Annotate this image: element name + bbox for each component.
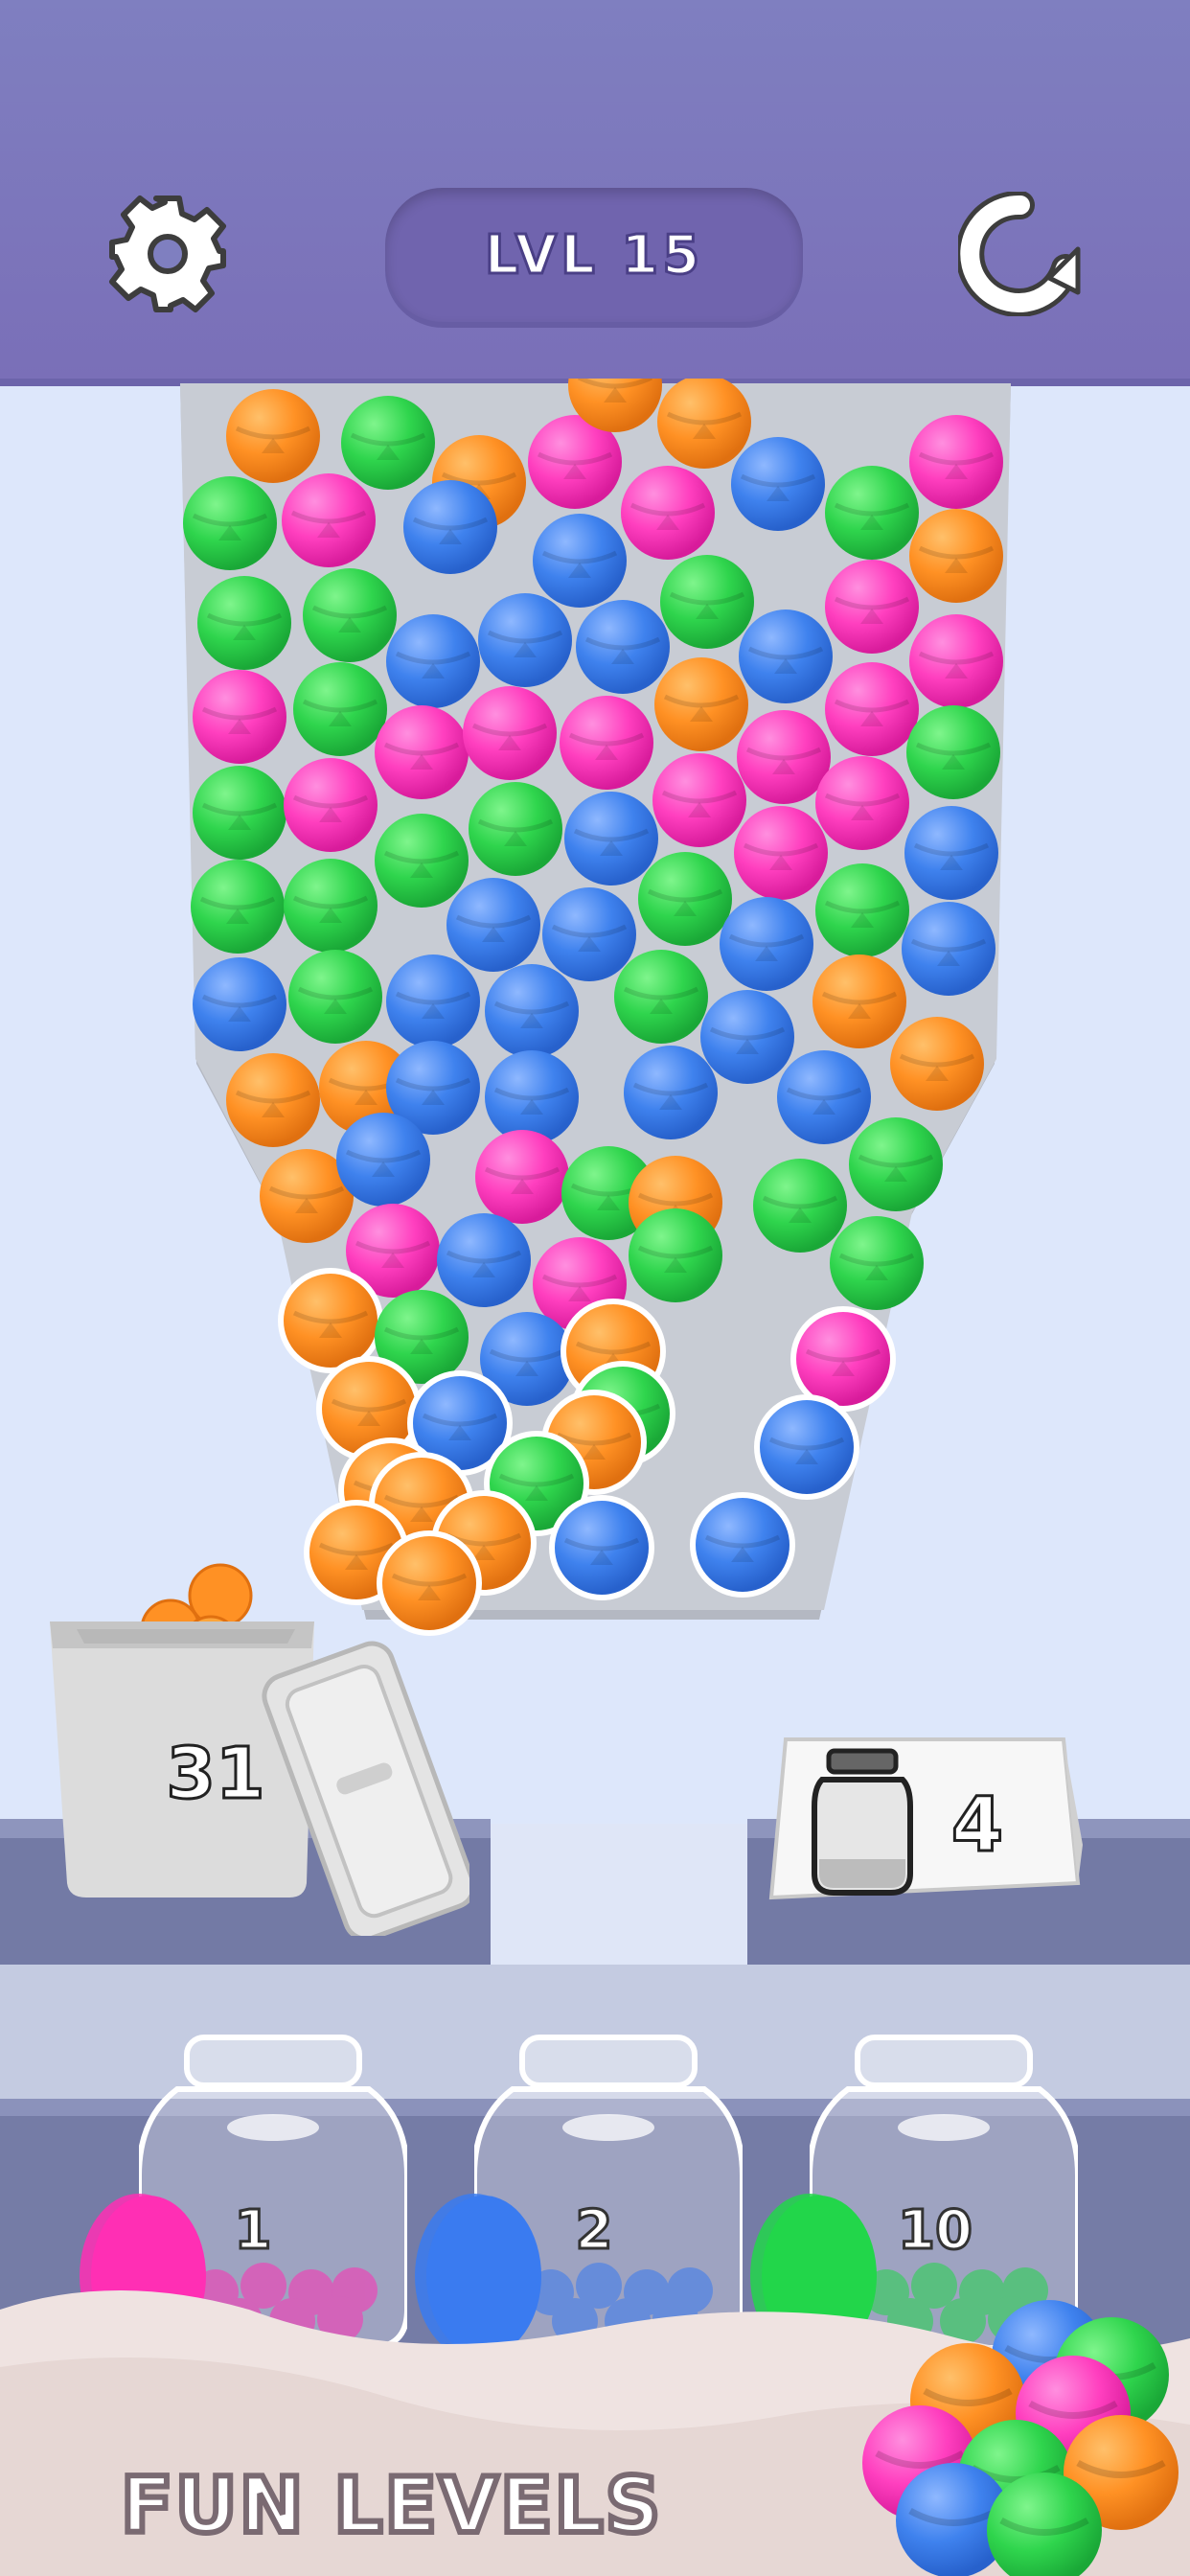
green-ball[interactable] bbox=[293, 662, 387, 756]
green-ball[interactable] bbox=[660, 555, 754, 649]
jar-count: 4 bbox=[950, 1782, 1004, 1871]
green-ball[interactable] bbox=[849, 1117, 943, 1211]
pink-jar-count: 1 bbox=[233, 2198, 273, 2264]
gear-icon[interactable] bbox=[105, 192, 230, 316]
green-ball[interactable] bbox=[183, 476, 277, 570]
blue-ball[interactable] bbox=[533, 514, 627, 608]
blue-ball[interactable] bbox=[193, 957, 286, 1051]
pink-ball[interactable] bbox=[652, 753, 746, 847]
green-ball[interactable] bbox=[830, 1216, 924, 1310]
orange-ball[interactable] bbox=[657, 379, 751, 469]
trash-count: 31 bbox=[165, 1732, 266, 1817]
pink-ball[interactable] bbox=[815, 756, 909, 850]
blue-ball[interactable] bbox=[549, 1495, 654, 1600]
jar-sign bbox=[767, 1730, 1083, 1921]
orange-ball[interactable] bbox=[226, 1053, 320, 1147]
blue-ball[interactable] bbox=[386, 954, 480, 1048]
pink-ball[interactable] bbox=[909, 614, 1003, 708]
blue-ball[interactable] bbox=[904, 806, 998, 900]
orange-ball[interactable] bbox=[890, 1017, 984, 1111]
green-ball[interactable] bbox=[614, 950, 708, 1044]
blue-ball[interactable] bbox=[485, 964, 579, 1058]
pink-ball[interactable] bbox=[284, 758, 378, 852]
pink-ball[interactable] bbox=[734, 806, 828, 900]
orange-ball[interactable] bbox=[812, 954, 906, 1048]
pink-ball[interactable] bbox=[737, 710, 831, 804]
orange-ball[interactable] bbox=[909, 509, 1003, 603]
pink-ball[interactable] bbox=[909, 415, 1003, 509]
blue-ball[interactable] bbox=[624, 1046, 718, 1139]
green-ball[interactable] bbox=[191, 860, 285, 954]
pink-ball[interactable] bbox=[282, 473, 376, 567]
blue-ball[interactable] bbox=[731, 437, 825, 531]
level-label: LVL 15 bbox=[385, 188, 803, 322]
restart-icon[interactable] bbox=[955, 190, 1083, 317]
blue-ball[interactable] bbox=[446, 878, 540, 972]
blue-ball[interactable] bbox=[777, 1050, 871, 1144]
green-ball[interactable] bbox=[638, 852, 732, 946]
green-jar-count: 10 bbox=[897, 2198, 974, 2264]
pink-ball[interactable] bbox=[463, 686, 557, 780]
blue-ball[interactable] bbox=[403, 480, 497, 574]
blue-ball[interactable] bbox=[690, 1492, 795, 1598]
blue-ball[interactable] bbox=[336, 1113, 430, 1207]
ball-hopper bbox=[180, 379, 1011, 1636]
green-ball[interactable] bbox=[303, 568, 397, 662]
green-ball[interactable] bbox=[193, 766, 286, 860]
blue-ball[interactable] bbox=[754, 1394, 859, 1500]
pink-ball[interactable] bbox=[825, 560, 919, 654]
blue-ball[interactable] bbox=[485, 1050, 579, 1144]
green-ball[interactable] bbox=[284, 859, 378, 953]
pink-ball[interactable] bbox=[825, 662, 919, 756]
green-ball[interactable] bbox=[375, 814, 469, 908]
green-ball[interactable] bbox=[629, 1208, 722, 1302]
blue-jar-count: 2 bbox=[574, 2198, 614, 2264]
green-ball[interactable] bbox=[341, 396, 435, 490]
pink-ball[interactable] bbox=[193, 670, 286, 764]
pink-ball[interactable] bbox=[475, 1130, 569, 1224]
blue-ball[interactable] bbox=[700, 990, 794, 1084]
blue-ball[interactable] bbox=[739, 610, 833, 703]
green-ball[interactable] bbox=[288, 950, 382, 1044]
pink-ball[interactable] bbox=[621, 466, 715, 560]
blue-ball[interactable] bbox=[720, 897, 813, 991]
blue-ball[interactable] bbox=[386, 614, 480, 708]
green-ball[interactable] bbox=[825, 466, 919, 560]
pink-ball[interactable] bbox=[375, 705, 469, 799]
blue-ball[interactable] bbox=[902, 902, 995, 996]
green-ball[interactable] bbox=[906, 705, 1000, 799]
blue-ball[interactable] bbox=[542, 887, 636, 981]
green-ball[interactable] bbox=[469, 782, 562, 876]
green-ball[interactable] bbox=[815, 863, 909, 957]
orange-ball[interactable] bbox=[654, 657, 748, 751]
fun-levels-title: FUN LEVELS bbox=[118, 2458, 663, 2553]
blue-ball[interactable] bbox=[478, 593, 572, 687]
orange-ball[interactable] bbox=[226, 389, 320, 483]
green-ball[interactable] bbox=[753, 1159, 847, 1253]
blue-ball[interactable] bbox=[576, 600, 670, 694]
pink-ball[interactable] bbox=[560, 696, 653, 790]
green-ball[interactable] bbox=[197, 576, 291, 670]
blue-ball[interactable] bbox=[564, 792, 658, 886]
blue-ball[interactable] bbox=[437, 1213, 531, 1307]
